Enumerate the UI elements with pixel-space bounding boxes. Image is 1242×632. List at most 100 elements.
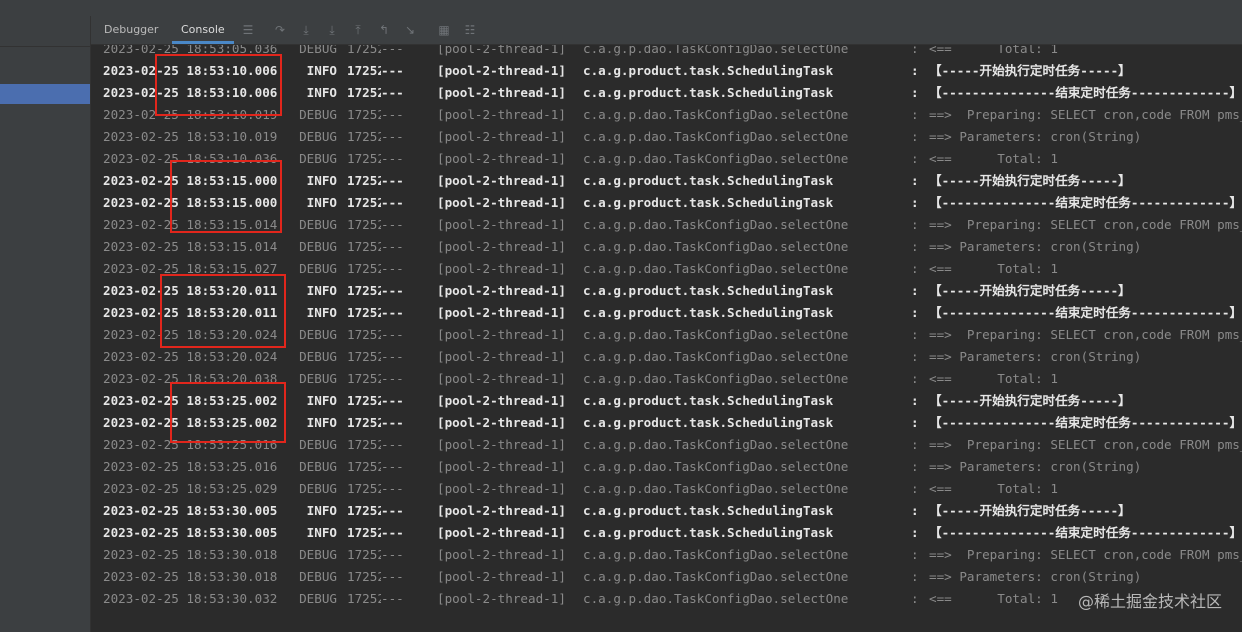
log-line: 2023-02-25 18:53:25.016 DEBUG 17252--- [po… [103, 456, 1242, 478]
log-level: DEBUG [299, 459, 337, 474]
log-level: INFO [306, 415, 337, 430]
log-pid: 17252 [347, 107, 381, 122]
log-logger: c.a.g.product.task.SchedulingTask [583, 503, 834, 518]
log-logger: c.a.g.p.dao.TaskConfigDao.selectOne [583, 129, 849, 144]
log-msg: <== Total: 1 [929, 151, 1058, 166]
log-colon: : [911, 459, 919, 474]
force-step-into-icon[interactable]: ⤓ [325, 23, 339, 37]
log-colon: : [911, 327, 919, 342]
highlight-box [160, 274, 286, 348]
settings-icon[interactable]: ☷ [463, 23, 477, 37]
log-ts: 2023-02-25 18:53:30.018 [103, 569, 278, 584]
log-colon: : [911, 591, 919, 606]
log-spacer [337, 456, 347, 478]
log-logger: c.a.g.p.dao.TaskConfigDao.selectOne [583, 151, 849, 166]
log-colon: : [911, 129, 919, 144]
log-spacer [337, 258, 347, 280]
log-colon: : [911, 437, 919, 452]
log-logger: c.a.g.p.dao.TaskConfigDao.selectOne [583, 459, 849, 474]
log-ts: 2023-02-25 18:53:30.018 [103, 547, 278, 562]
log-dash: --- [381, 217, 404, 232]
log-thread: [pool-2-thread-1] [437, 393, 566, 408]
log-colon: : [911, 547, 919, 562]
log-thread: [pool-2-thread-1] [437, 195, 566, 210]
step-into-icon[interactable]: ⤓ [299, 23, 313, 37]
tab-console[interactable]: Console [172, 16, 234, 44]
evaluate-icon[interactable]: ↘ [403, 23, 417, 37]
log-spacer [337, 478, 347, 500]
run-to-cursor-icon[interactable]: ↰ [377, 23, 391, 37]
log-colon: : [911, 525, 919, 540]
log-logger: c.a.g.p.dao.TaskConfigDao.selectOne [583, 547, 849, 562]
log-pid: 17252 [347, 261, 381, 276]
log-level: INFO [306, 525, 337, 540]
log-pid: 17252 [347, 503, 381, 518]
log-spacer [337, 412, 347, 434]
log-spacer [337, 324, 347, 346]
log-msg: ==> Preparing: SELECT cron,code FROM pms… [929, 327, 1242, 342]
log-level: DEBUG [299, 569, 337, 584]
log-spacer [337, 60, 347, 82]
log-dash: --- [381, 107, 404, 122]
log-level: INFO [306, 85, 337, 100]
log-thread: [pool-2-thread-1] [437, 261, 566, 276]
log-logger: c.a.g.p.dao.TaskConfigDao.selectOne [583, 327, 849, 342]
log-msg: ==> Preparing: SELECT cron,code FROM pms… [929, 437, 1242, 452]
log-dash: --- [381, 415, 404, 430]
log-level: DEBUG [299, 327, 337, 342]
log-spacer [337, 82, 347, 104]
log-msg: ==> Parameters: cron(String) [929, 129, 1142, 144]
log-colon: : [911, 371, 919, 386]
log-logger: c.a.g.p.dao.TaskConfigDao.selectOne [583, 437, 849, 452]
log-level: INFO [306, 173, 337, 188]
log-msg: 【-----开始执行定时任务-----】 [929, 503, 1131, 518]
log-logger: c.a.g.p.dao.TaskConfigDao.selectOne [583, 481, 849, 496]
log-colon: : [911, 63, 919, 78]
log-logger: c.a.g.product.task.SchedulingTask [583, 305, 834, 320]
table-icon[interactable]: ▦ [437, 23, 451, 37]
log-dash: --- [381, 393, 404, 408]
log-thread: [pool-2-thread-1] [437, 569, 566, 584]
log-colon: : [911, 393, 919, 408]
log-line: 2023-02-25 18:53:10.019 DEBUG 17252--- [po… [103, 126, 1242, 148]
step-over-icon[interactable]: ↷ [273, 23, 287, 37]
log-msg: 【---------------结束定时任务-------------】 [929, 85, 1242, 100]
log-thread: [pool-2-thread-1] [437, 437, 566, 452]
log-pid: 17252 [347, 547, 381, 562]
log-level: DEBUG [299, 349, 337, 364]
selected-frame-row[interactable] [0, 84, 90, 104]
log-dash: --- [381, 547, 404, 562]
log-dash: --- [381, 305, 404, 320]
menu-icon[interactable]: ☰ [241, 23, 255, 37]
log-msg: <== Total: 1 [929, 261, 1058, 276]
log-pid: 17252 [347, 437, 381, 452]
log-dash: --- [381, 151, 404, 166]
log-thread: [pool-2-thread-1] [437, 503, 566, 518]
log-ts: 2023-02-25 18:53:25.029 [103, 481, 278, 496]
log-thread: [pool-2-thread-1] [437, 45, 566, 56]
log-level: INFO [306, 393, 337, 408]
log-spacer [337, 214, 347, 236]
log-logger: c.a.g.p.dao.TaskConfigDao.selectOne [583, 591, 849, 606]
log-msg: 【-----开始执行定时任务-----】 [929, 393, 1131, 408]
panel-divider [0, 46, 90, 47]
tab-debugger[interactable]: Debugger [104, 16, 158, 44]
log-colon: : [911, 173, 919, 188]
log-spacer [337, 148, 347, 170]
log-dash: --- [381, 591, 404, 606]
log-logger: c.a.g.p.dao.TaskConfigDao.selectOne [583, 107, 849, 122]
log-dash: --- [381, 371, 404, 386]
log-colon: : [911, 569, 919, 584]
step-out-icon[interactable]: ⤒ [351, 23, 365, 37]
log-thread: [pool-2-thread-1] [437, 129, 566, 144]
log-spacer [337, 544, 347, 566]
log-ts: 2023-02-25 18:53:20.024 [103, 349, 278, 364]
log-pid: 17252 [347, 327, 381, 342]
log-spacer [337, 170, 347, 192]
log-thread: [pool-2-thread-1] [437, 63, 566, 78]
log-level: INFO [306, 283, 337, 298]
highlight-box [155, 54, 282, 116]
log-logger: c.a.g.p.dao.TaskConfigDao.selectOne [583, 45, 849, 56]
log-thread: [pool-2-thread-1] [437, 349, 566, 364]
log-logger: c.a.g.product.task.SchedulingTask [583, 393, 834, 408]
